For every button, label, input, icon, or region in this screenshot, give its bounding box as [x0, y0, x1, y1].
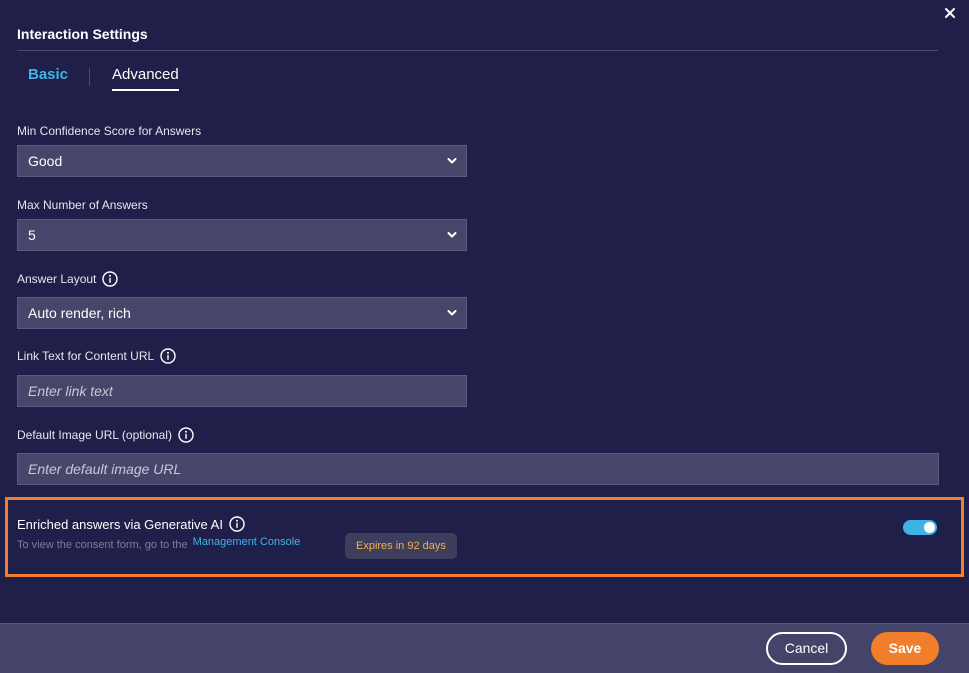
link-text-label: Link Text for Content URL	[17, 348, 176, 364]
tab-divider	[89, 68, 90, 86]
link-text-label-text: Link Text for Content URL	[17, 349, 155, 363]
generative-ai-title-text: Enriched answers via Generative AI	[17, 516, 223, 532]
default-image-placeholder: Enter default image URL	[28, 461, 182, 477]
min-confidence-label: Min Confidence Score for Answers	[17, 124, 201, 138]
link-text-placeholder: Enter link text	[28, 383, 113, 399]
chevron-down-icon	[447, 310, 457, 316]
default-image-label-text: Default Image URL (optional)	[17, 428, 172, 442]
answer-layout-select[interactable]: Auto render, rich	[17, 297, 467, 329]
toggle-knob	[924, 522, 935, 533]
consent-text: To view the consent form, go to the Mana…	[17, 536, 301, 551]
info-icon[interactable]	[178, 427, 194, 443]
tab-advanced[interactable]: Advanced	[112, 66, 179, 91]
expiry-badge: Expires in 92 days	[345, 533, 457, 559]
min-confidence-label-text: Min Confidence Score for Answers	[17, 124, 202, 138]
save-button[interactable]: Save	[871, 632, 939, 665]
answer-layout-label: Answer Layout	[17, 271, 119, 287]
min-confidence-select[interactable]: Good	[17, 145, 467, 177]
max-answers-label: Max Number of Answers	[17, 198, 148, 212]
info-icon[interactable]	[229, 516, 245, 532]
default-image-input[interactable]: Enter default image URL	[17, 453, 939, 485]
min-confidence-value: Good	[28, 153, 63, 169]
generative-ai-title: Enriched answers via Generative AI	[17, 516, 245, 532]
chevron-down-icon	[447, 158, 457, 164]
max-answers-label-text: Max Number of Answers	[17, 198, 148, 212]
management-console-link[interactable]: Management Console	[193, 536, 301, 548]
default-image-label: Default Image URL (optional)	[17, 427, 194, 443]
answer-layout-value: Auto render, rich	[28, 305, 131, 321]
max-answers-value: 5	[28, 227, 36, 243]
generative-ai-section: Enriched answers via Generative AI To vi…	[5, 497, 964, 577]
title-divider	[17, 50, 938, 51]
max-answers-select[interactable]: 5	[17, 219, 467, 251]
chevron-down-icon	[447, 232, 457, 238]
consent-text-prefix: To view the consent form, go to the	[17, 539, 188, 551]
answer-layout-label-text: Answer Layout	[17, 272, 97, 286]
close-icon	[945, 8, 955, 18]
tab-basic[interactable]: Basic	[28, 66, 68, 83]
info-icon[interactable]	[160, 348, 176, 364]
dialog-footer: Cancel Save	[0, 623, 969, 673]
cancel-button[interactable]: Cancel	[766, 632, 847, 665]
generative-ai-toggle[interactable]	[903, 520, 937, 535]
dialog-title: Interaction Settings	[17, 26, 148, 42]
info-icon[interactable]	[102, 271, 119, 287]
link-text-input[interactable]: Enter link text	[17, 375, 467, 407]
close-button[interactable]	[941, 6, 959, 24]
